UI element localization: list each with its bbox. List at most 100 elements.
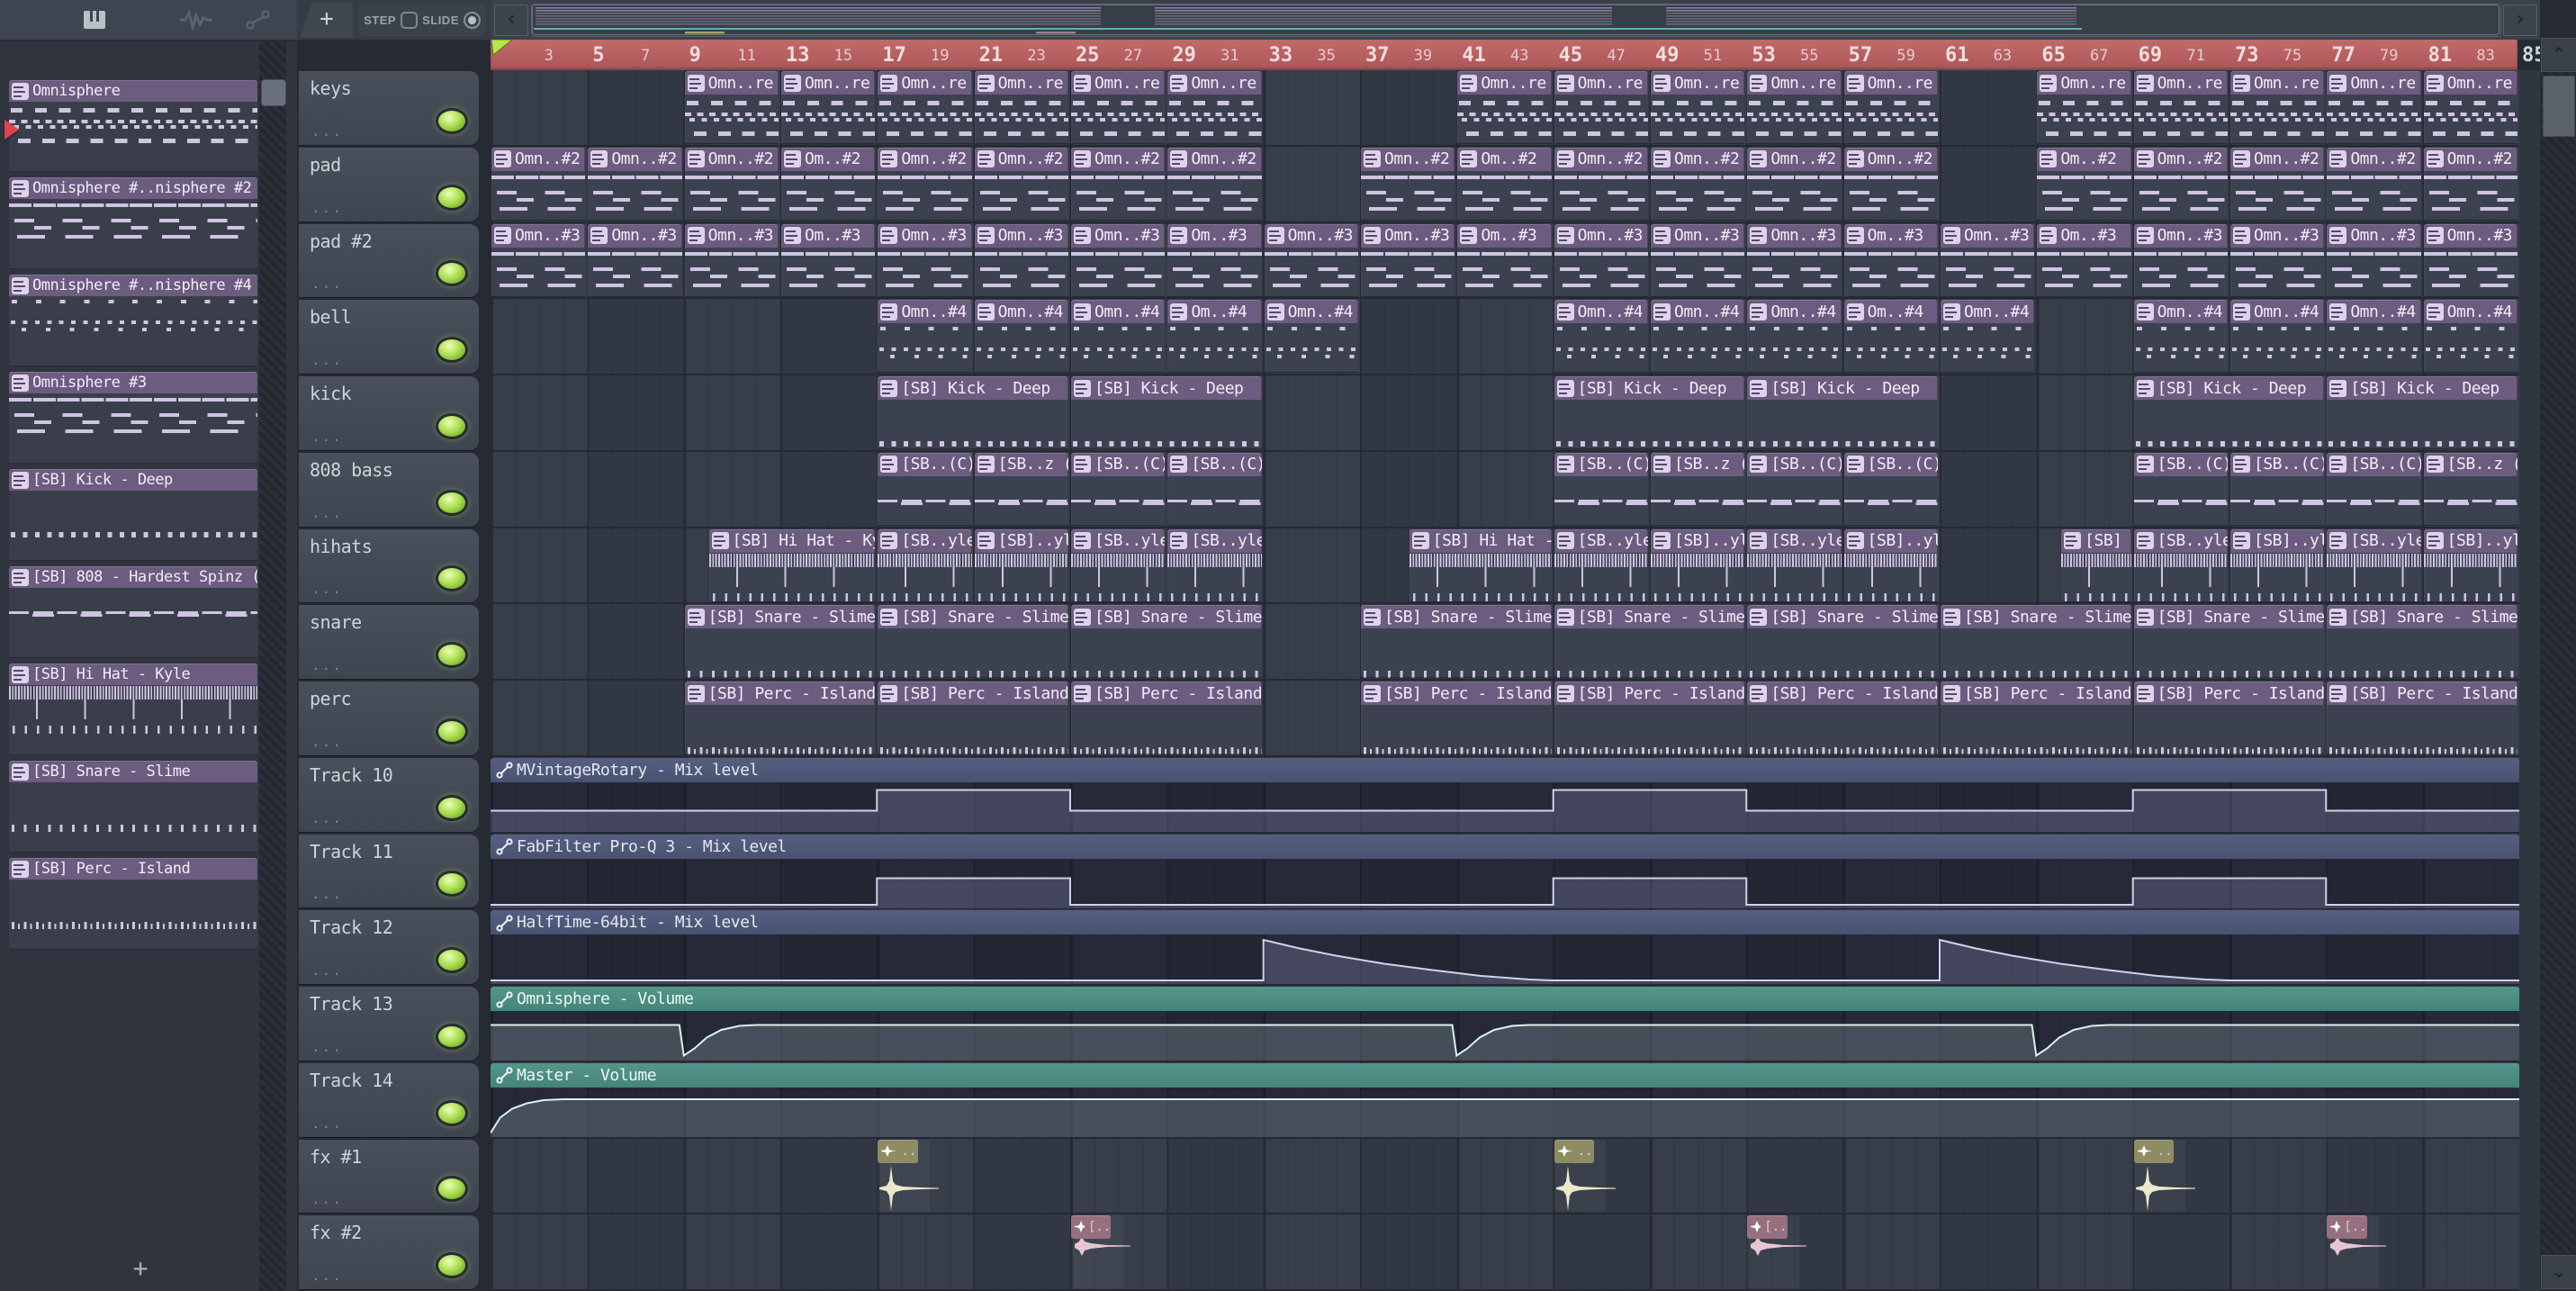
pattern-clip[interactable]: Om..#3 xyxy=(1167,223,1262,297)
playlist-row-pad[interactable]: Omn..#2 Omn..#2 Omn..#2 Om..#2 Omn..#2 Omn..#… xyxy=(491,146,2519,223)
playlist-row-pad-#2[interactable]: Omn..#3 Omn..#3 Omn..#3 Om..#3 Omn..#3 Omn..#… xyxy=(491,222,2519,300)
pattern-card[interactable]: Omnisphere xyxy=(9,80,257,172)
audio-clip-header[interactable]: .. xyxy=(878,1139,918,1163)
pattern-clip[interactable]: Omn..re xyxy=(1843,71,1938,144)
playlist-row-Track-13[interactable]: Omnisphere - Volume xyxy=(491,986,2519,1062)
pattern-clip[interactable]: Omn..#2 xyxy=(974,147,1068,221)
playlist-row-snare[interactable]: [SB] Snare - Slime [SB] Snare - Slime [SB]… xyxy=(491,604,2519,681)
track-mute-led[interactable] xyxy=(436,337,468,363)
pattern-clip[interactable]: Omn..#3 xyxy=(2423,223,2517,297)
track-header-kick[interactable]: kick... xyxy=(299,376,479,450)
pattern-clip[interactable]: Omn..#3 xyxy=(878,223,972,297)
automation-curve-area[interactable] xyxy=(491,781,2519,832)
pattern-clip[interactable]: Omn..#3 xyxy=(1264,223,1358,297)
pattern-clip[interactable]: Omn..#3 xyxy=(1941,223,2035,297)
pattern-clip[interactable]: [SB] Hi Hat - Kyle xyxy=(708,528,876,602)
pattern-clip[interactable]: Om..#3 xyxy=(2037,223,2131,297)
pattern-card[interactable]: [SB] Kick - Deep xyxy=(9,469,257,561)
track-mute-led[interactable] xyxy=(436,1023,468,1050)
pattern-clip[interactable]: [SB..(C) xyxy=(1554,452,1648,526)
add-pattern-button[interactable]: + xyxy=(122,1253,158,1284)
pattern-clip[interactable]: [SB..yle xyxy=(1747,528,1842,602)
track-options[interactable]: ... xyxy=(311,1190,343,1207)
pattern-clip[interactable]: Omn..#4 xyxy=(2133,300,2228,374)
pattern-clip[interactable]: [SB] Perc - Island xyxy=(2327,682,2517,754)
audio-clip-header[interactable]: [.. xyxy=(1071,1215,1112,1240)
pattern-clip[interactable]: Omn..#3 xyxy=(2327,223,2421,297)
track-options[interactable]: ... xyxy=(311,504,343,521)
track-header-808-bass[interactable]: 808 bass... xyxy=(299,452,479,527)
vertical-scroll-thumb[interactable] xyxy=(2543,76,2575,137)
pattern-clip[interactable]: [SB..yle xyxy=(878,528,972,602)
track-options[interactable]: ... xyxy=(311,580,343,597)
automation-clip-header[interactable]: Omnisphere - Volume xyxy=(491,987,2519,1011)
playlist-row-Track-10[interactable]: MVintageRotary - Mix level xyxy=(491,756,2519,834)
piano-roll-icon[interactable] xyxy=(83,9,106,31)
audio-wave-icon[interactable] xyxy=(178,9,214,31)
pattern-clip[interactable]: Omn..#3 xyxy=(2133,223,2228,297)
pattern-card-header[interactable]: [SB] Perc - Island xyxy=(9,858,257,880)
pattern-clip[interactable]: Omn..re xyxy=(684,71,779,144)
scroll-down-button[interactable]: ⌄ xyxy=(2541,1255,2576,1289)
playlist-row-bell[interactable]: Omn..#4 Omn..#4 Omn..#4 Om..#4 Omn..#4 Omn..#… xyxy=(491,299,2519,375)
add-track-tab[interactable]: + xyxy=(301,2,353,38)
automation-clip-header[interactable]: Master - Volume xyxy=(491,1062,2519,1088)
pattern-clip[interactable]: [SB] Perc - Island xyxy=(1071,682,1262,754)
pattern-card-header[interactable]: Omnisphere #..nisphere #4 xyxy=(9,275,257,296)
pattern-clip[interactable]: [SB] Perc - Island xyxy=(1361,682,1552,754)
pattern-clip[interactable]: Omn..re xyxy=(781,71,876,144)
pattern-clip[interactable]: Omn..re xyxy=(1747,71,1842,144)
pattern-clip[interactable]: [SB]..yle xyxy=(1843,528,1938,602)
pattern-card-header[interactable]: [SB] 808 - Hardest Spinz (C) xyxy=(9,566,257,588)
pattern-clip[interactable]: [SB..yle xyxy=(1071,528,1166,602)
pattern-clip[interactable]: [SB] Kick - Deep xyxy=(2133,376,2325,449)
pattern-clip[interactable]: [SB..(C) xyxy=(2133,452,2228,526)
pattern-clip[interactable]: [SB] Hi Hat - Kyle xyxy=(2061,528,2131,602)
pattern-clip[interactable]: [SB..yle xyxy=(2327,528,2421,602)
track-mute-led[interactable] xyxy=(436,184,468,211)
track-options[interactable]: ... xyxy=(311,1038,343,1055)
pattern-clip[interactable]: Om..#4 xyxy=(1167,300,1262,374)
pattern-clip[interactable]: [SB] Hi Hat - Kyle xyxy=(1409,528,1552,602)
pattern-clip[interactable]: Omn..#2 xyxy=(1167,147,1262,221)
track-options[interactable]: ... xyxy=(311,122,343,140)
pattern-clip[interactable]: [SB..yle xyxy=(1554,528,1648,602)
track-mute-led[interactable] xyxy=(436,718,468,745)
pattern-clip[interactable]: [SB] Snare - Slime xyxy=(684,605,876,679)
track-header-Track-11[interactable]: Track 11... xyxy=(299,834,479,908)
pattern-clip[interactable]: [SB] Perc - Island xyxy=(1747,682,1938,754)
pattern-clip[interactable]: [SB] Perc - Island xyxy=(878,682,1068,754)
track-mute-led[interactable] xyxy=(436,565,468,592)
pattern-clip[interactable]: Omn..#4 xyxy=(1747,300,1842,374)
track-mute-led[interactable] xyxy=(436,107,468,134)
audio-clip-header[interactable]: .. xyxy=(1554,1139,1594,1163)
pattern-clip[interactable]: Omn..re xyxy=(1554,71,1648,144)
pattern-clip[interactable]: [SB..(C) xyxy=(1843,452,1938,526)
pattern-card-header[interactable]: Omnisphere #3 xyxy=(9,372,257,393)
automation-curve-area[interactable] xyxy=(491,858,2519,908)
pattern-clip[interactable]: [SB] Snare - Slime xyxy=(878,605,1068,679)
pattern-clip[interactable]: Omn..#4 xyxy=(878,300,972,374)
track-options[interactable]: ... xyxy=(311,428,343,445)
pattern-clip[interactable]: Om..#4 xyxy=(1843,300,1938,374)
pattern-clip[interactable]: Omn..#4 xyxy=(2423,300,2517,374)
track-options[interactable]: ... xyxy=(311,885,343,902)
scroll-right-button[interactable]: › xyxy=(2503,5,2537,36)
track-options[interactable]: ... xyxy=(311,809,343,826)
pattern-clip[interactable]: [SB] Snare - Slime xyxy=(1941,605,2131,679)
step-checkbox[interactable] xyxy=(401,11,419,29)
pattern-clip[interactable]: [SB..(C) xyxy=(2327,452,2421,526)
pattern-clip[interactable]: Omn..#3 xyxy=(1651,223,1745,297)
pattern-clip[interactable]: Om..#3 xyxy=(781,223,876,297)
pattern-clip[interactable]: [SB] Snare - Slime xyxy=(2327,605,2517,679)
track-mute-led[interactable] xyxy=(436,1099,468,1126)
pattern-clip[interactable]: [SB..yle xyxy=(1167,528,1262,602)
pattern-clip[interactable]: [SB] Perc - Island xyxy=(2133,682,2325,754)
track-header-Track-13[interactable]: Track 13... xyxy=(299,987,479,1061)
track-options[interactable]: ... xyxy=(311,961,343,979)
pattern-card[interactable]: Omnisphere #3 xyxy=(9,372,257,464)
pattern-clip[interactable]: Omn..#3 xyxy=(684,223,779,297)
playlist-row-keys[interactable]: Omn..re Omn..re Omn..re Omn..re Omn..re Omn..… xyxy=(491,70,2519,147)
track-options[interactable]: ... xyxy=(311,275,343,292)
pattern-clip[interactable]: Omn..re xyxy=(2230,71,2325,144)
